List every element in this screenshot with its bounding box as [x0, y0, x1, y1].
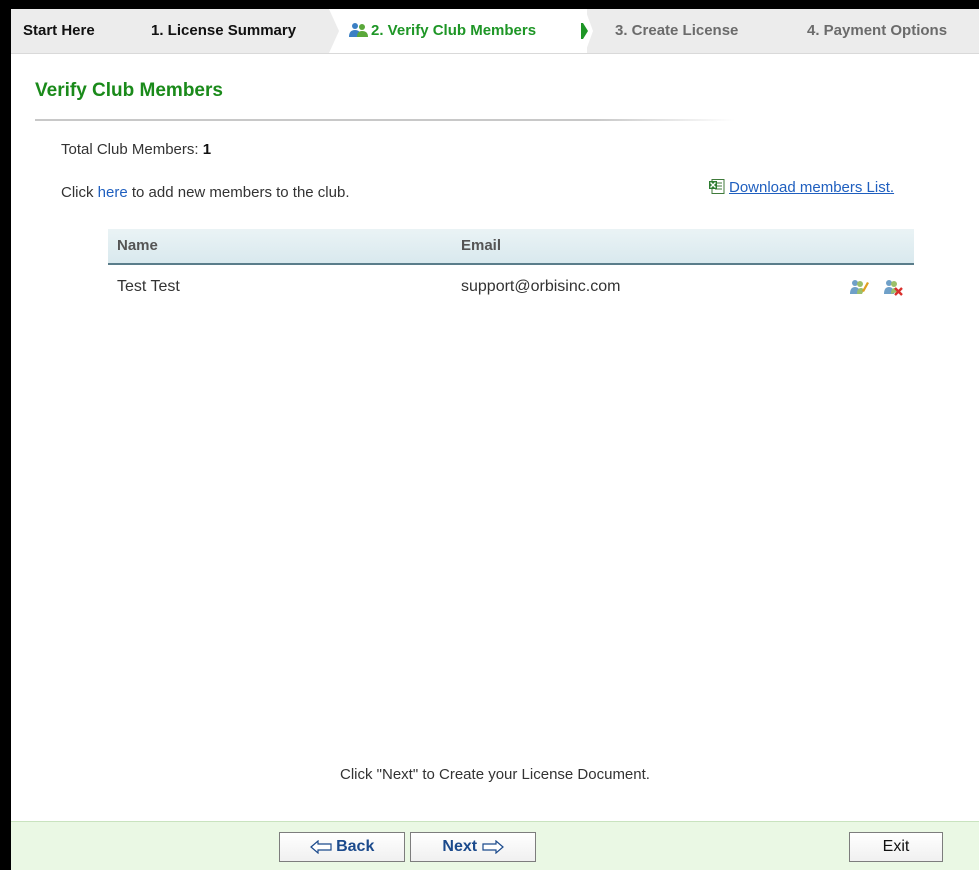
- column-header-name[interactable]: Name: [117, 229, 158, 262]
- add-members-suffix: to add new members to the club.: [131, 184, 350, 201]
- add-members-line: Click here to add new members to the clu…: [61, 184, 350, 201]
- table-row: Test Test support@orbisinc.com: [108, 265, 914, 311]
- download-members-label: Download members List.: [729, 179, 895, 196]
- add-members-link[interactable]: here: [98, 184, 128, 201]
- wizard-window: Start Here 1. License Summary 2. Verify …: [11, 9, 979, 870]
- users-icon: [349, 22, 368, 37]
- page-title: Verify Club Members: [35, 80, 223, 101]
- total-members-line: Total Club Members: 1: [61, 141, 211, 158]
- back-button[interactable]: Back: [279, 832, 405, 862]
- column-header-email[interactable]: Email: [461, 229, 501, 262]
- edit-user-icon[interactable]: [849, 278, 869, 296]
- step-start-here[interactable]: Start Here: [23, 9, 95, 53]
- table-header: Name Email: [108, 229, 914, 265]
- wizard-steps-bar: Start Here 1. License Summary 2. Verify …: [11, 9, 979, 54]
- title-divider: [35, 119, 735, 121]
- total-members-label: Total Club Members:: [61, 141, 199, 158]
- navigation-bar: Back Next Exit: [11, 821, 979, 870]
- download-members-link[interactable]: Download members List.: [709, 179, 894, 196]
- total-members-count: 1: [202, 141, 212, 158]
- step-separator-arrow: [329, 9, 343, 53]
- members-table: Name Email Test Test support@orbisinc.co…: [108, 229, 914, 311]
- next-button-label: Next: [442, 838, 478, 855]
- next-button[interactable]: Next: [410, 832, 536, 862]
- back-button-label: Back: [336, 838, 375, 855]
- delete-user-icon[interactable]: [883, 278, 903, 296]
- member-name: Test Test: [117, 278, 180, 295]
- exit-button[interactable]: Exit: [849, 832, 943, 862]
- add-members-prefix: Click: [61, 184, 94, 201]
- step-payment-options[interactable]: 4. Payment Options: [807, 9, 947, 53]
- active-step-arrow: [581, 9, 593, 53]
- arrow-right-icon: [481, 839, 504, 854]
- arrow-left-icon: [309, 839, 332, 854]
- member-email: support@orbisinc.com: [461, 278, 621, 295]
- excel-icon: [709, 179, 725, 194]
- step-verify-label: 2. Verify Club Members: [371, 22, 537, 39]
- step-verify-club-members[interactable]: 2. Verify Club Members: [343, 9, 587, 53]
- next-instruction: Click "Next" to Create your License Docu…: [340, 766, 650, 783]
- step-create-license[interactable]: 3. Create License: [615, 9, 738, 53]
- step-license-summary[interactable]: 1. License Summary: [151, 9, 296, 53]
